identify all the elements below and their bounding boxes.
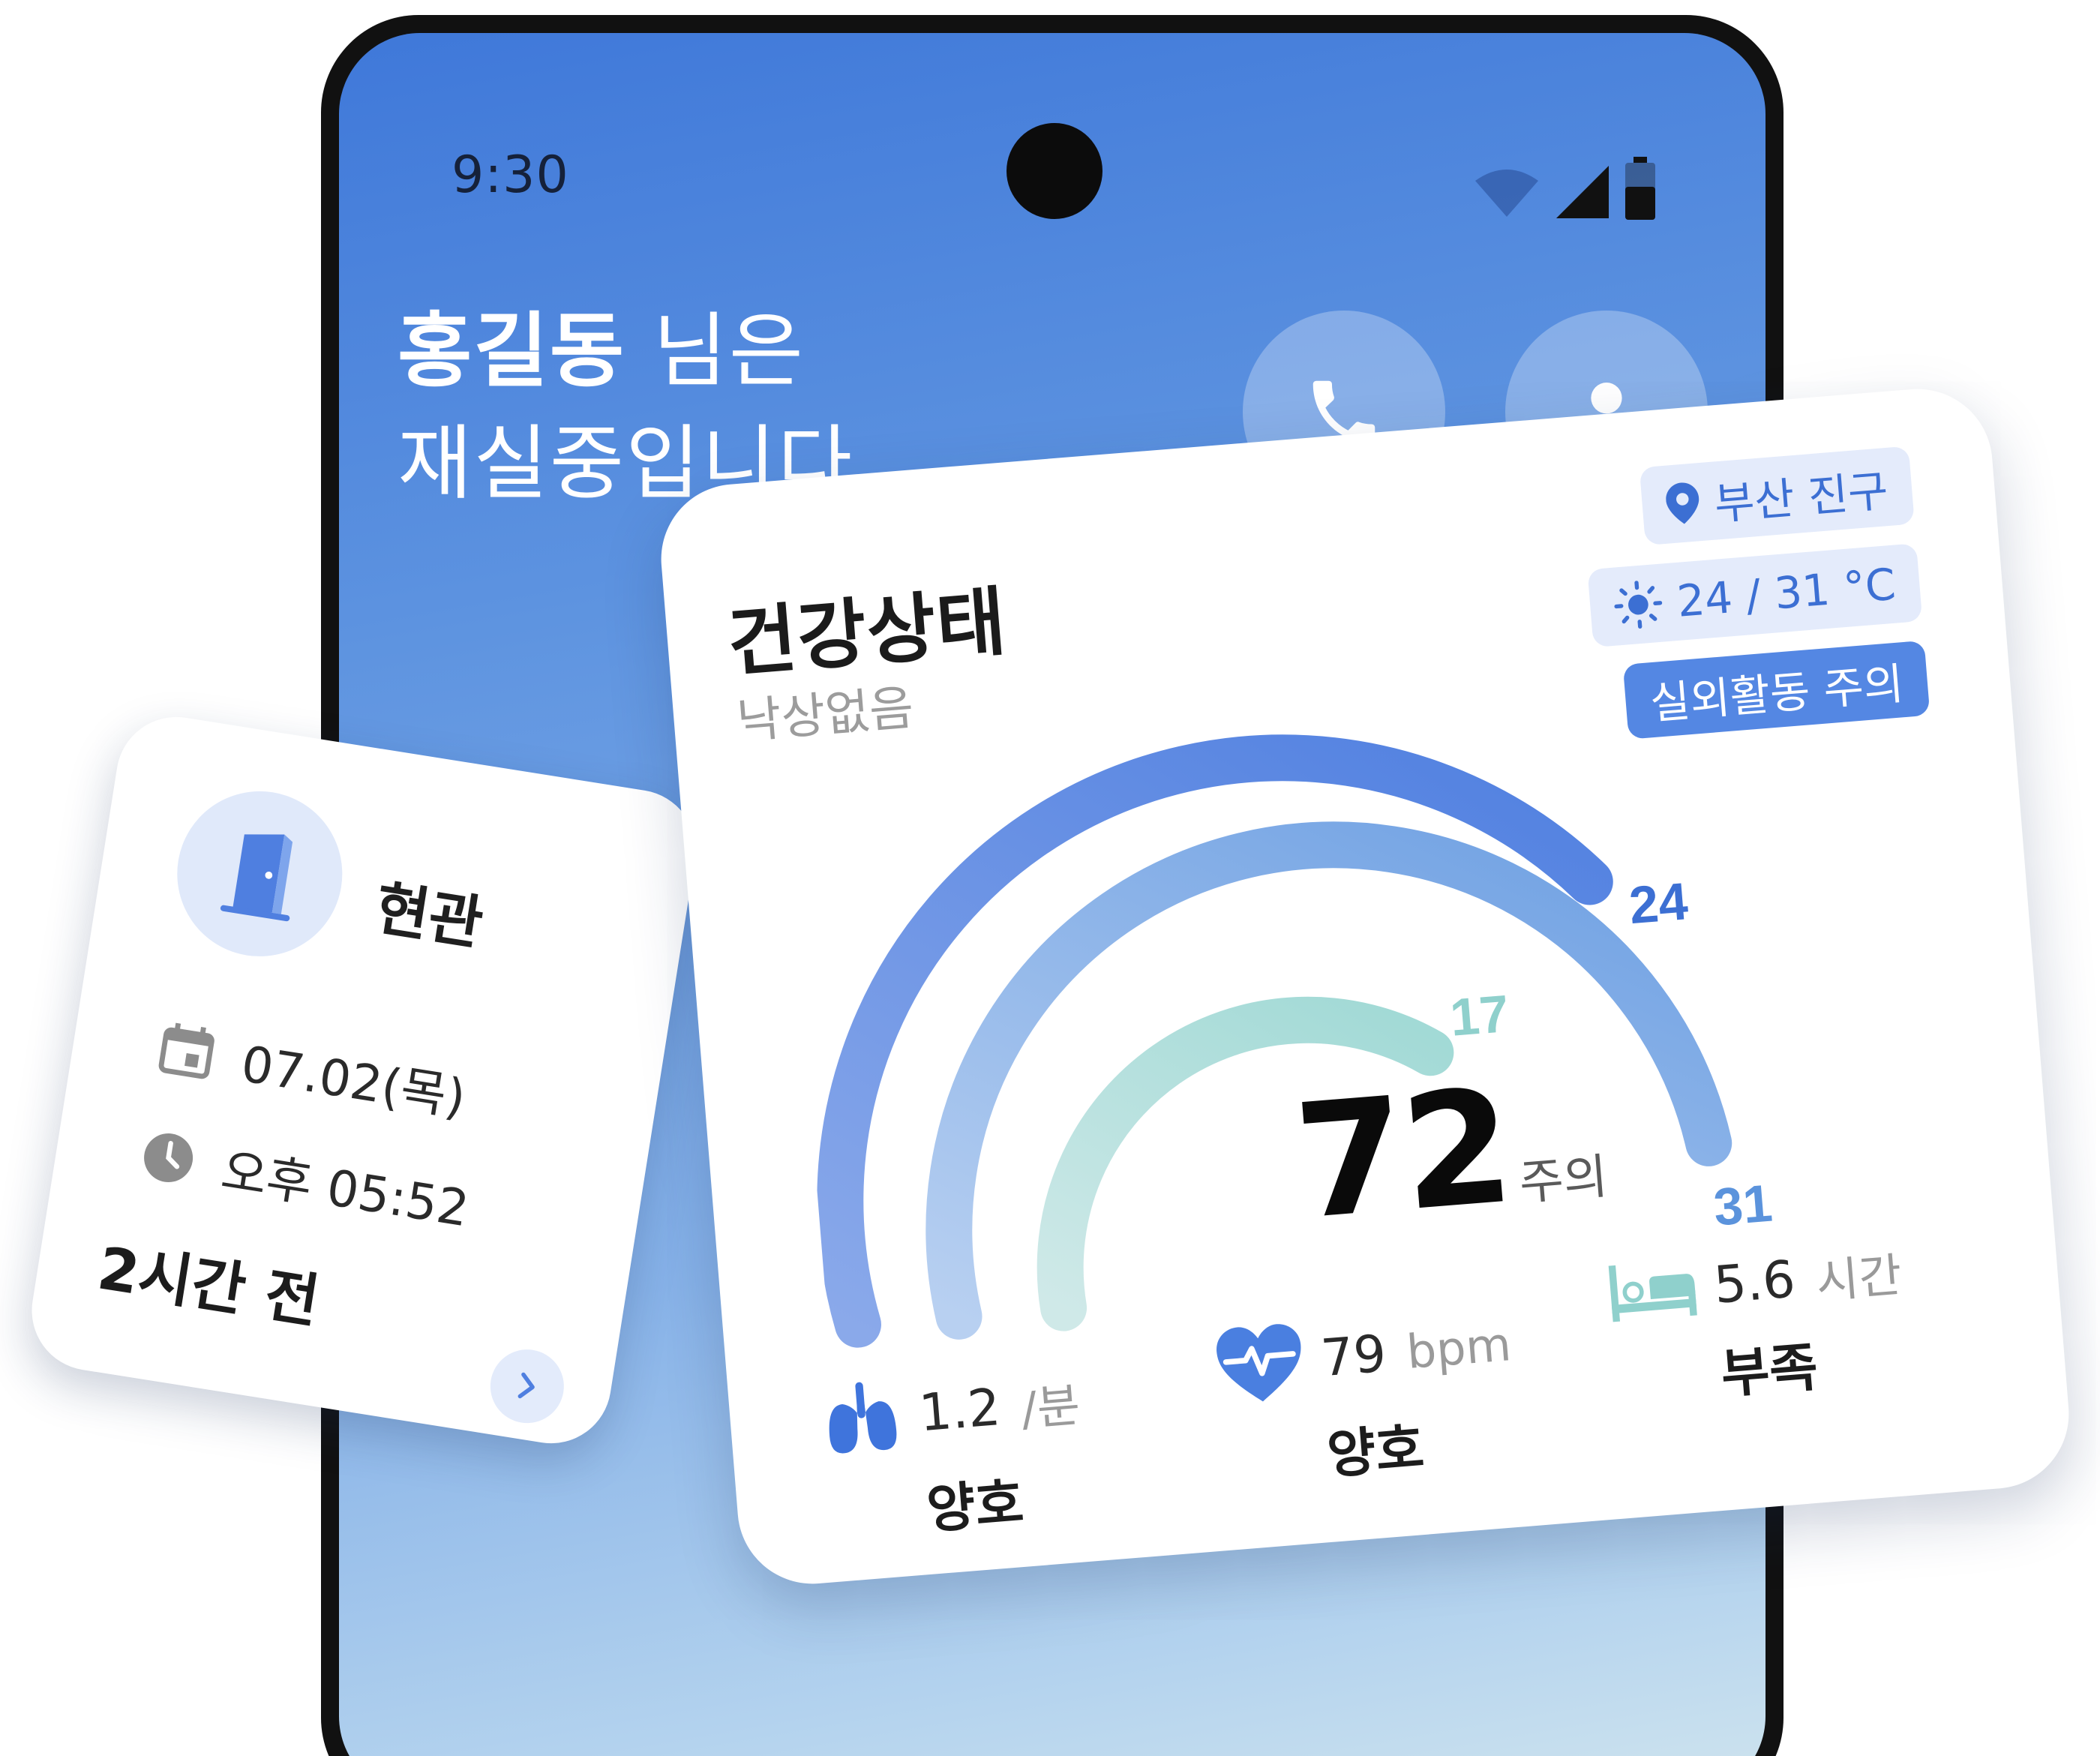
- location-pin-icon: [1666, 482, 1700, 524]
- weather-tag: 24 / 31 °C: [1587, 543, 1923, 648]
- door-title: 현관: [370, 875, 488, 959]
- gauge-label-middle: 31: [1712, 1174, 1774, 1237]
- bed-icon: [1608, 1265, 1697, 1322]
- health-title: 건강상태: [724, 578, 1010, 688]
- heart-rate-metric: 79 bpm 양호: [1212, 1302, 1522, 1497]
- clock-icon: [144, 1133, 194, 1183]
- sleep-unit: 시간: [1814, 1247, 1904, 1309]
- wifi-icon: [1475, 170, 1538, 217]
- heart-rate-status: 양호: [1324, 1416, 1426, 1486]
- gauge-label-inner: 17: [1448, 984, 1511, 1047]
- location-text: 부산 진구: [1712, 465, 1890, 530]
- door-elapsed: 2시간 전: [93, 1235, 324, 1337]
- door-time-row: 오후 05:52: [134, 1118, 475, 1241]
- status-icons: [1472, 157, 1657, 220]
- sleep-metric: 5.6 시간 부족: [1605, 1237, 1911, 1417]
- respiration-value: 1.2: [916, 1377, 1003, 1443]
- weather-text: 24 / 31 °C: [1675, 558, 1898, 627]
- door-event-card[interactable]: 현관 07.02(목) 오후 05:52 2시간 전: [22, 708, 705, 1452]
- heart-rate-value: 79: [1318, 1323, 1389, 1388]
- door-date: 07.02(목): [237, 1034, 470, 1127]
- respiration-status: 양호: [924, 1471, 1026, 1541]
- health-score: 72 주의: [1288, 1046, 1612, 1255]
- camera-cutout: [1006, 123, 1102, 219]
- health-score-label: 주의: [1517, 1148, 1610, 1212]
- calendar-icon: [158, 1022, 214, 1079]
- sun-icon: [1614, 581, 1663, 629]
- sleep-value: 5.6: [1712, 1249, 1798, 1316]
- fall-status: 낙상없음: [735, 680, 916, 750]
- health-score-value: 72: [1288, 1054, 1516, 1255]
- gauge-label-outer: 24: [1627, 872, 1690, 935]
- health-status-card[interactable]: 건강상태 낙상없음 부산 진구 24 / 31 °C 실외활동 주의 24 31…: [655, 383, 2075, 1590]
- door-detail-button[interactable]: [484, 1344, 569, 1429]
- lungs-icon: [829, 1382, 897, 1454]
- heart-rate-unit: bpm: [1404, 1316, 1514, 1379]
- signal-icon: [1556, 166, 1609, 218]
- location-tag: 부산 진구: [1639, 446, 1915, 546]
- user-name: 홍길동: [398, 305, 626, 398]
- battery-icon: [1625, 157, 1655, 220]
- sleep-status: 부족: [1718, 1336, 1820, 1406]
- heart-rate-icon: [1216, 1324, 1301, 1402]
- status-time: 9:30: [452, 146, 569, 205]
- stage: 9:30 홍길동 님은 재실중입니다. 현관 07.02(목) 오후 05:52…: [0, 0, 2100, 1756]
- respiration-unit: /분: [1018, 1377, 1082, 1437]
- door-date-row: 07.02(목): [151, 1010, 471, 1130]
- chevron-right-icon: [518, 1372, 535, 1399]
- door-icon: [220, 834, 293, 922]
- door-time: 오후 05:52: [217, 1142, 473, 1238]
- greeting-suffix: 님은: [626, 305, 806, 398]
- door-avatar: [165, 779, 355, 968]
- respiration-metric: 1.2/분 양호: [818, 1359, 1090, 1551]
